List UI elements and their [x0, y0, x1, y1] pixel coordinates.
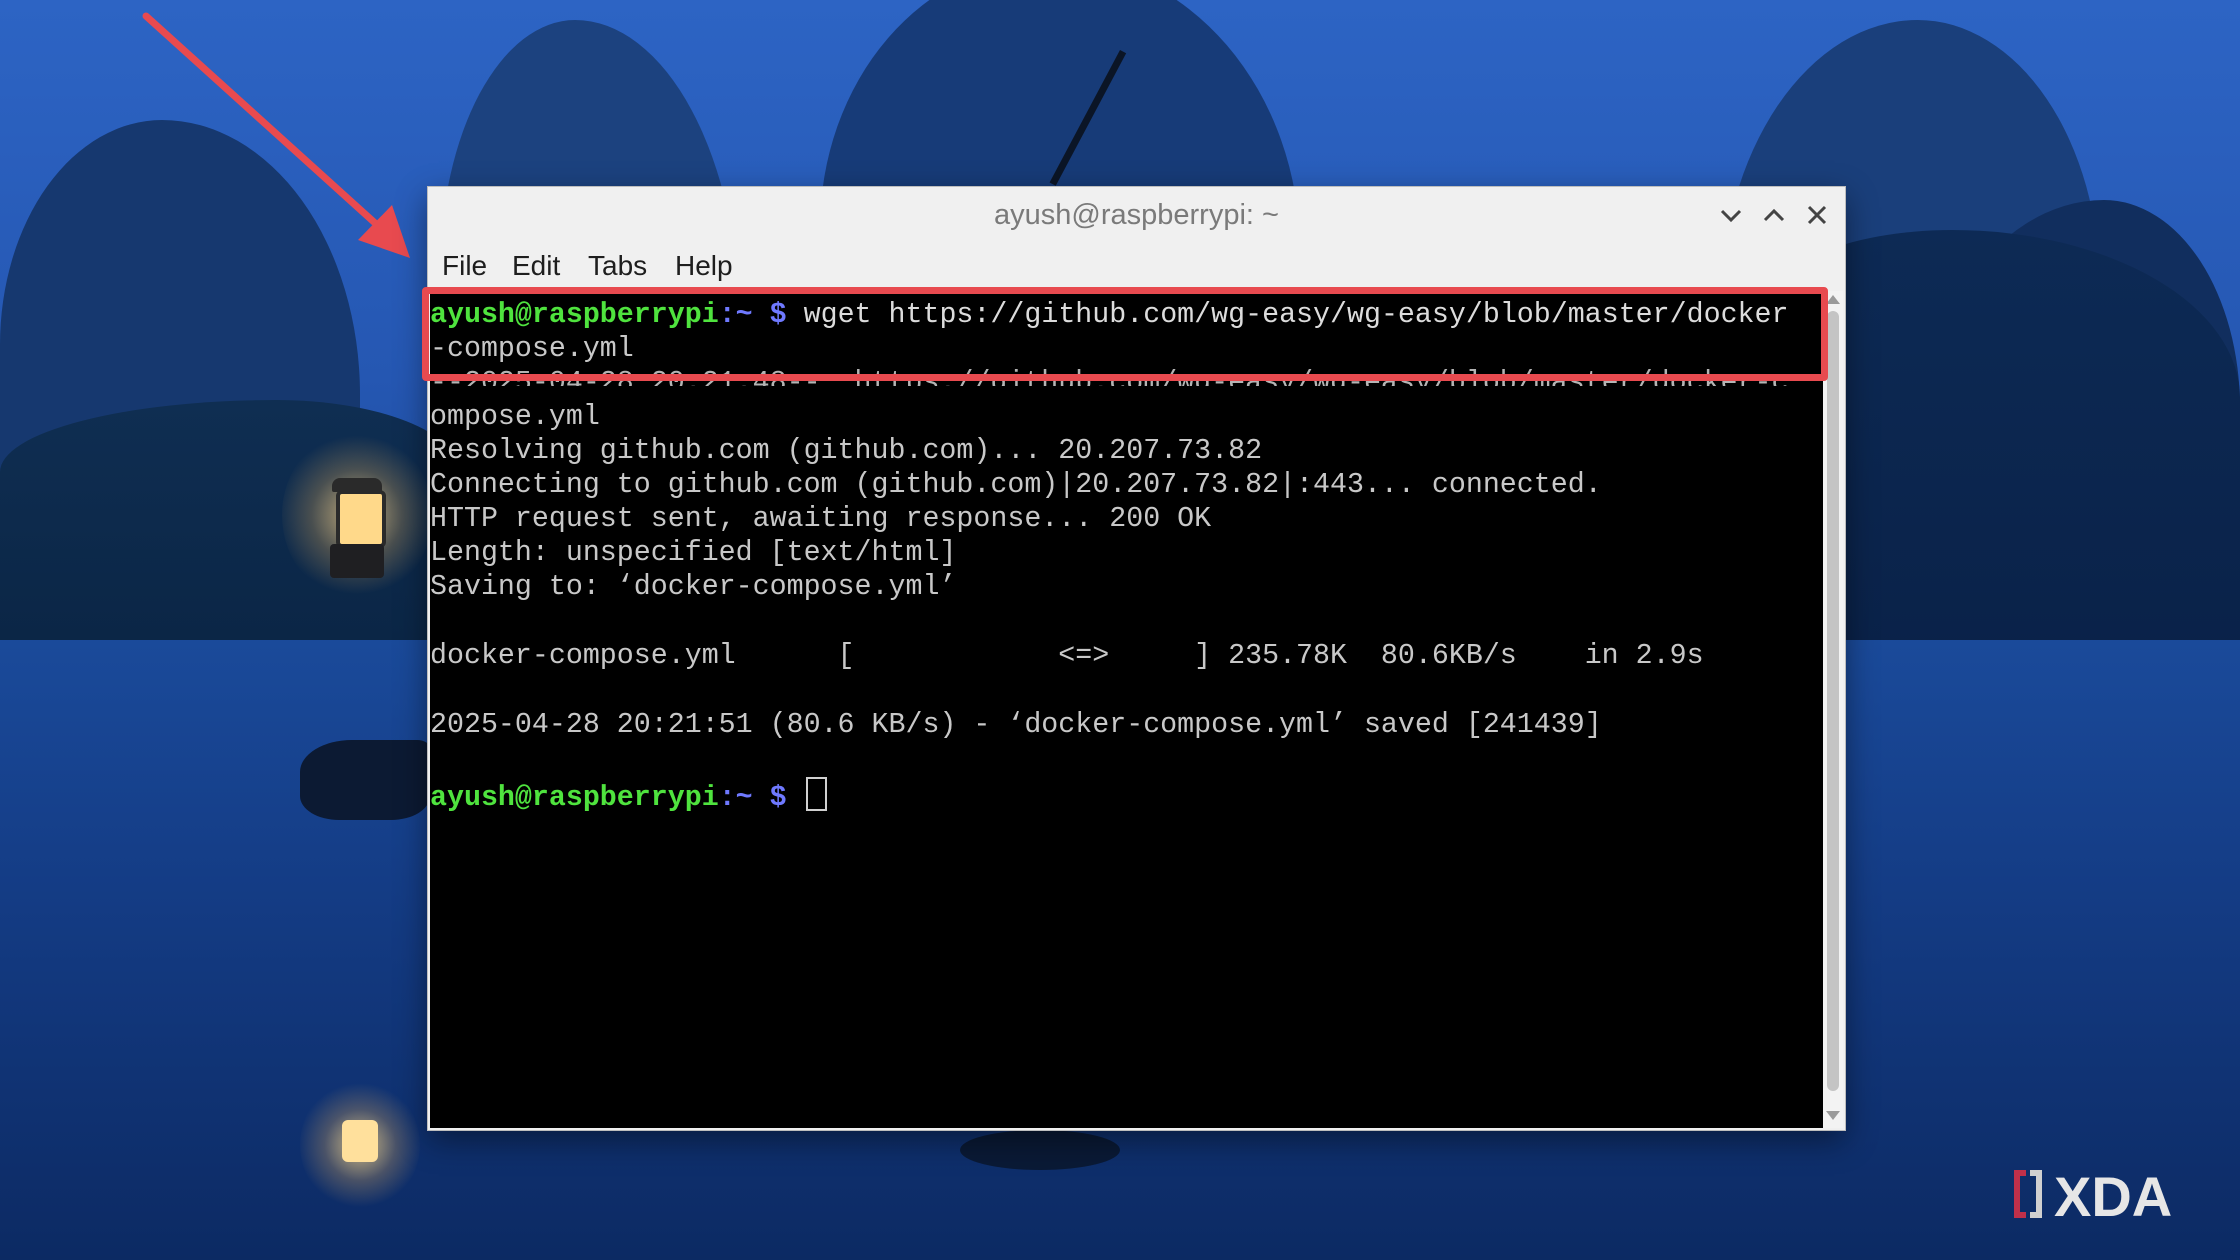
lantern [282, 430, 432, 600]
menu-tabs[interactable]: Tabs [588, 243, 647, 289]
text-cursor [805, 777, 827, 811]
chevron-up-icon [1763, 208, 1785, 222]
svg-text:XDA: XDA [2054, 1165, 2172, 1228]
output-line: Saving to: ‘docker-compose.yml’ [430, 571, 957, 603]
progress-line: docker-compose.yml [ <=> ] 235.78K 80.6K… [430, 640, 1704, 672]
minimize-button[interactable] [1715, 199, 1747, 231]
output-line: ompose.yml [430, 401, 600, 433]
scroll-thumb[interactable] [1827, 311, 1839, 1091]
output-line: Connecting to github.com (github.com)|20… [430, 469, 1602, 501]
close-button[interactable] [1801, 199, 1833, 231]
terminal-output[interactable]: ayush@raspberrypi:~ $ wget https://githu… [430, 291, 1823, 1128]
menu-help[interactable]: Help [675, 243, 733, 289]
window-title: ayush@raspberrypi: ~ [994, 199, 1279, 231]
prompt-user: ayush@raspberrypi [430, 782, 719, 814]
scroll-down-icon[interactable] [1826, 1111, 1840, 1120]
close-icon [1807, 205, 1827, 225]
lantern-reflection [300, 1080, 420, 1210]
scroll-up-icon[interactable] [1826, 295, 1840, 304]
menu-bar: File Edit Tabs Help [428, 243, 1845, 289]
prompt-path: :~ $ [718, 782, 787, 814]
output-line: Length: unspecified [text/html] [430, 537, 957, 569]
boat-silhouette [300, 740, 430, 820]
terminal-scrollbar[interactable] [1823, 291, 1843, 1128]
chevron-down-icon [1720, 209, 1742, 223]
xda-logo: XDA [2010, 1162, 2220, 1232]
boat-reflection [960, 1130, 1120, 1170]
window-titlebar[interactable]: ayush@raspberrypi: ~ [428, 187, 1845, 243]
output-line: HTTP request sent, awaiting response... … [430, 503, 1212, 535]
maximize-button[interactable] [1758, 199, 1790, 231]
menu-file[interactable]: File [442, 243, 487, 289]
annotation-highlight-box [422, 287, 1828, 381]
prompt-line: ayush@raspberrypi:~ $ [430, 777, 827, 814]
saved-line: 2025-04-28 20:21:51 (80.6 KB/s) - ‘docke… [430, 709, 1602, 741]
output-line: Resolving github.com (github.com)... 20.… [430, 435, 1263, 467]
menu-edit[interactable]: Edit [512, 243, 560, 289]
